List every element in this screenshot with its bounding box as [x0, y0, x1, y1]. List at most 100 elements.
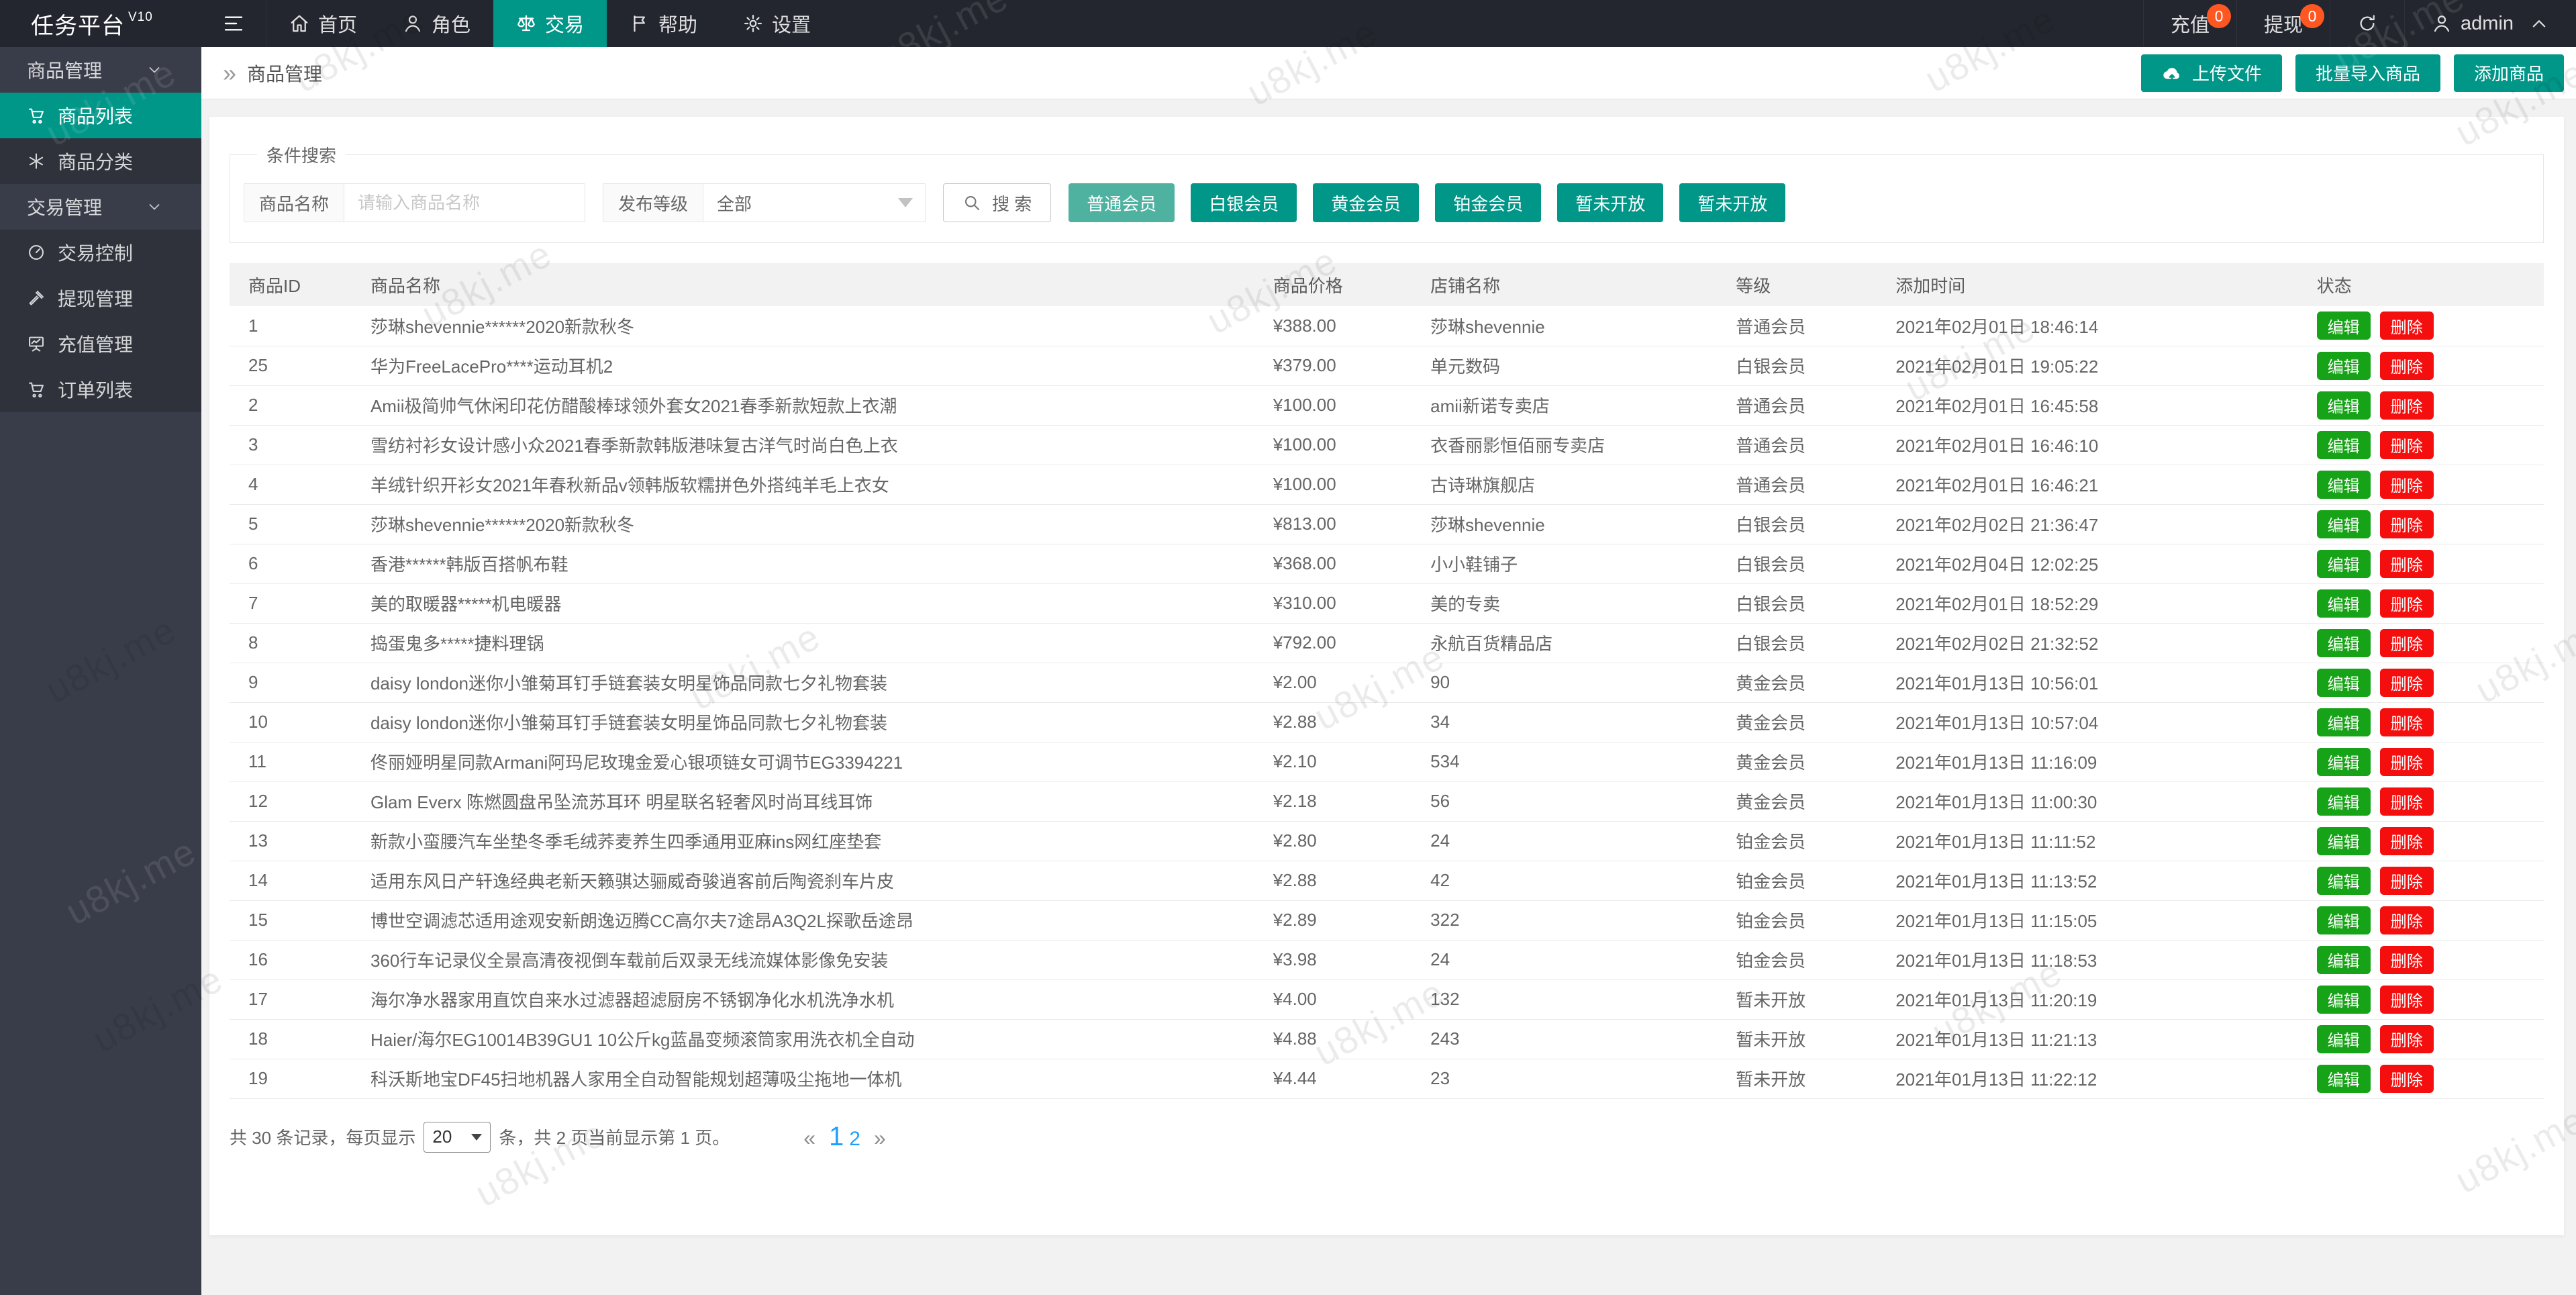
- cell-id: 5: [230, 504, 364, 544]
- delete-button[interactable]: 删除: [2380, 708, 2434, 736]
- edit-button[interactable]: 编辑: [2317, 986, 2371, 1014]
- sidebar-item-label: 交易管理: [27, 193, 102, 220]
- delete-button[interactable]: 删除: [2380, 589, 2434, 618]
- sidebar-item-goods-category[interactable]: 商品分类: [0, 138, 201, 184]
- sidebar-item-trade-manage[interactable]: 交易管理: [0, 184, 201, 230]
- delete-button[interactable]: 删除: [2380, 669, 2434, 697]
- cell-name: Haier/海尔EG10014B39GU1 10公斤kg蓝晶变频滚筒家用洗衣机全…: [364, 1019, 1267, 1059]
- app-title: 任务平台: [31, 7, 125, 40]
- prev-page-button[interactable]: «: [803, 1126, 815, 1151]
- nav-item-recharge[interactable]: 充值 0: [2143, 0, 2236, 47]
- delete-button[interactable]: 删除: [2380, 1065, 2434, 1093]
- level-filter-button-4[interactable]: 暂未开放: [1557, 183, 1663, 222]
- delete-button[interactable]: 删除: [2380, 787, 2434, 816]
- user-menu[interactable]: admin: [2404, 0, 2576, 47]
- level-filter-button-1[interactable]: 白银会员: [1191, 183, 1297, 222]
- delete-button[interactable]: 删除: [2380, 1025, 2434, 1053]
- sidebar-item-goods-list[interactable]: 商品列表: [0, 93, 201, 138]
- level-filter-button-2[interactable]: 黄金会员: [1313, 183, 1419, 222]
- edit-button[interactable]: 编辑: [2317, 629, 2371, 657]
- edit-button[interactable]: 编辑: [2317, 946, 2371, 974]
- sidebar-item-goods-manage[interactable]: 商品管理: [0, 47, 201, 93]
- table-row: 5莎琳shevennie******2020新款秋冬¥813.00莎琳sheve…: [230, 504, 2544, 544]
- edit-button[interactable]: 编辑: [2317, 748, 2371, 776]
- delete-button[interactable]: 删除: [2380, 748, 2434, 776]
- delete-button[interactable]: 删除: [2380, 550, 2434, 578]
- edit-button[interactable]: 编辑: [2317, 906, 2371, 934]
- edit-button[interactable]: 编辑: [2317, 550, 2371, 578]
- delete-button[interactable]: 删除: [2380, 906, 2434, 934]
- sidebar-item-trade-control[interactable]: 交易控制: [0, 230, 201, 275]
- table-row: 15博世空调滤芯适用途观安新朗逸迈腾CC高尔夫7途昂A3Q2L探歌岳途昂¥2.8…: [230, 900, 2544, 940]
- sidebar-item-order-list[interactable]: 订单列表: [0, 367, 201, 412]
- page-1-button[interactable]: 1: [829, 1122, 844, 1152]
- nav-item-home[interactable]: 首页: [266, 0, 380, 47]
- menu-toggle-button[interactable]: [201, 0, 266, 47]
- nav-item-roles[interactable]: 角色: [380, 0, 493, 47]
- delete-button[interactable]: 删除: [2380, 391, 2434, 420]
- upload-file-button[interactable]: 上传文件: [2141, 54, 2282, 92]
- edit-button[interactable]: 编辑: [2317, 708, 2371, 736]
- toolbar-button-label: 批量导入商品: [2316, 60, 2420, 85]
- edit-button[interactable]: 编辑: [2317, 787, 2371, 816]
- edit-button[interactable]: 编辑: [2317, 589, 2371, 618]
- per-page-select[interactable]: 20: [424, 1122, 491, 1153]
- nav-item-help[interactable]: 帮助: [607, 0, 720, 47]
- cell-id: 4: [230, 465, 364, 504]
- cell-time: 2021年02月01日 16:45:58: [1889, 385, 2310, 425]
- edit-button[interactable]: 编辑: [2317, 827, 2371, 855]
- edit-button[interactable]: 编辑: [2317, 510, 2371, 538]
- delete-button[interactable]: 删除: [2380, 946, 2434, 974]
- menu-icon: [223, 13, 244, 34]
- flag-icon: [630, 13, 650, 34]
- edit-button[interactable]: 编辑: [2317, 352, 2371, 380]
- cell-id: 7: [230, 583, 364, 623]
- cell-shop: 单元数码: [1424, 346, 1729, 385]
- nav-item-settings[interactable]: 设置: [720, 0, 834, 47]
- edit-button[interactable]: 编辑: [2317, 867, 2371, 895]
- add-goods-button[interactable]: 添加商品: [2454, 54, 2564, 92]
- delete-button[interactable]: 删除: [2380, 510, 2434, 538]
- delete-button[interactable]: 删除: [2380, 431, 2434, 459]
- cell-level: 铂金会员: [1729, 861, 1889, 900]
- edit-button[interactable]: 编辑: [2317, 471, 2371, 499]
- recharge-label: 充值: [2171, 9, 2210, 38]
- delete-button[interactable]: 删除: [2380, 827, 2434, 855]
- cell-level: 白银会员: [1729, 346, 1889, 385]
- cell-actions: 编辑删除: [2310, 861, 2544, 900]
- edit-button[interactable]: 编辑: [2317, 311, 2371, 340]
- sidebar-item-withdraw-manage[interactable]: 提现管理: [0, 275, 201, 321]
- publish-level-select[interactable]: 全部: [703, 184, 925, 222]
- toolbar-button-label: 添加商品: [2474, 60, 2544, 85]
- cell-price: ¥2.88: [1267, 861, 1424, 900]
- delete-button[interactable]: 删除: [2380, 629, 2434, 657]
- level-filter-button-3[interactable]: 铂金会员: [1435, 183, 1541, 222]
- edit-button[interactable]: 编辑: [2317, 1065, 2371, 1093]
- nav-item-trade[interactable]: 交易: [493, 0, 607, 47]
- edit-button[interactable]: 编辑: [2317, 391, 2371, 420]
- user-icon: [2432, 13, 2452, 34]
- level-filter-button-5[interactable]: 暂未开放: [1679, 183, 1785, 222]
- delete-button[interactable]: 删除: [2380, 471, 2434, 499]
- sidebar-item-recharge-manage[interactable]: 充值管理: [0, 321, 201, 367]
- search-legend: 条件搜索: [257, 142, 346, 167]
- level-filter-button-0[interactable]: 普通会员: [1069, 183, 1175, 222]
- cell-level: 黄金会员: [1729, 781, 1889, 821]
- nav-item-withdraw[interactable]: 提现 0: [2236, 0, 2330, 47]
- edit-button[interactable]: 编辑: [2317, 1025, 2371, 1053]
- edit-button[interactable]: 编辑: [2317, 431, 2371, 459]
- next-page-button[interactable]: »: [874, 1126, 886, 1151]
- delete-button[interactable]: 删除: [2380, 311, 2434, 340]
- delete-button[interactable]: 删除: [2380, 986, 2434, 1014]
- search-button[interactable]: 搜 索: [943, 183, 1051, 222]
- delete-button[interactable]: 删除: [2380, 867, 2434, 895]
- page-2-button[interactable]: 2: [849, 1128, 860, 1151]
- edit-button[interactable]: 编辑: [2317, 669, 2371, 697]
- goods-name-input[interactable]: [344, 184, 585, 222]
- column-header: 店铺名称: [1424, 263, 1729, 306]
- refresh-button[interactable]: [2330, 0, 2404, 47]
- delete-button[interactable]: 删除: [2380, 352, 2434, 380]
- cell-price: ¥388.00: [1267, 306, 1424, 346]
- cell-actions: 编辑删除: [2310, 979, 2544, 1019]
- batch-import-button[interactable]: 批量导入商品: [2295, 54, 2440, 92]
